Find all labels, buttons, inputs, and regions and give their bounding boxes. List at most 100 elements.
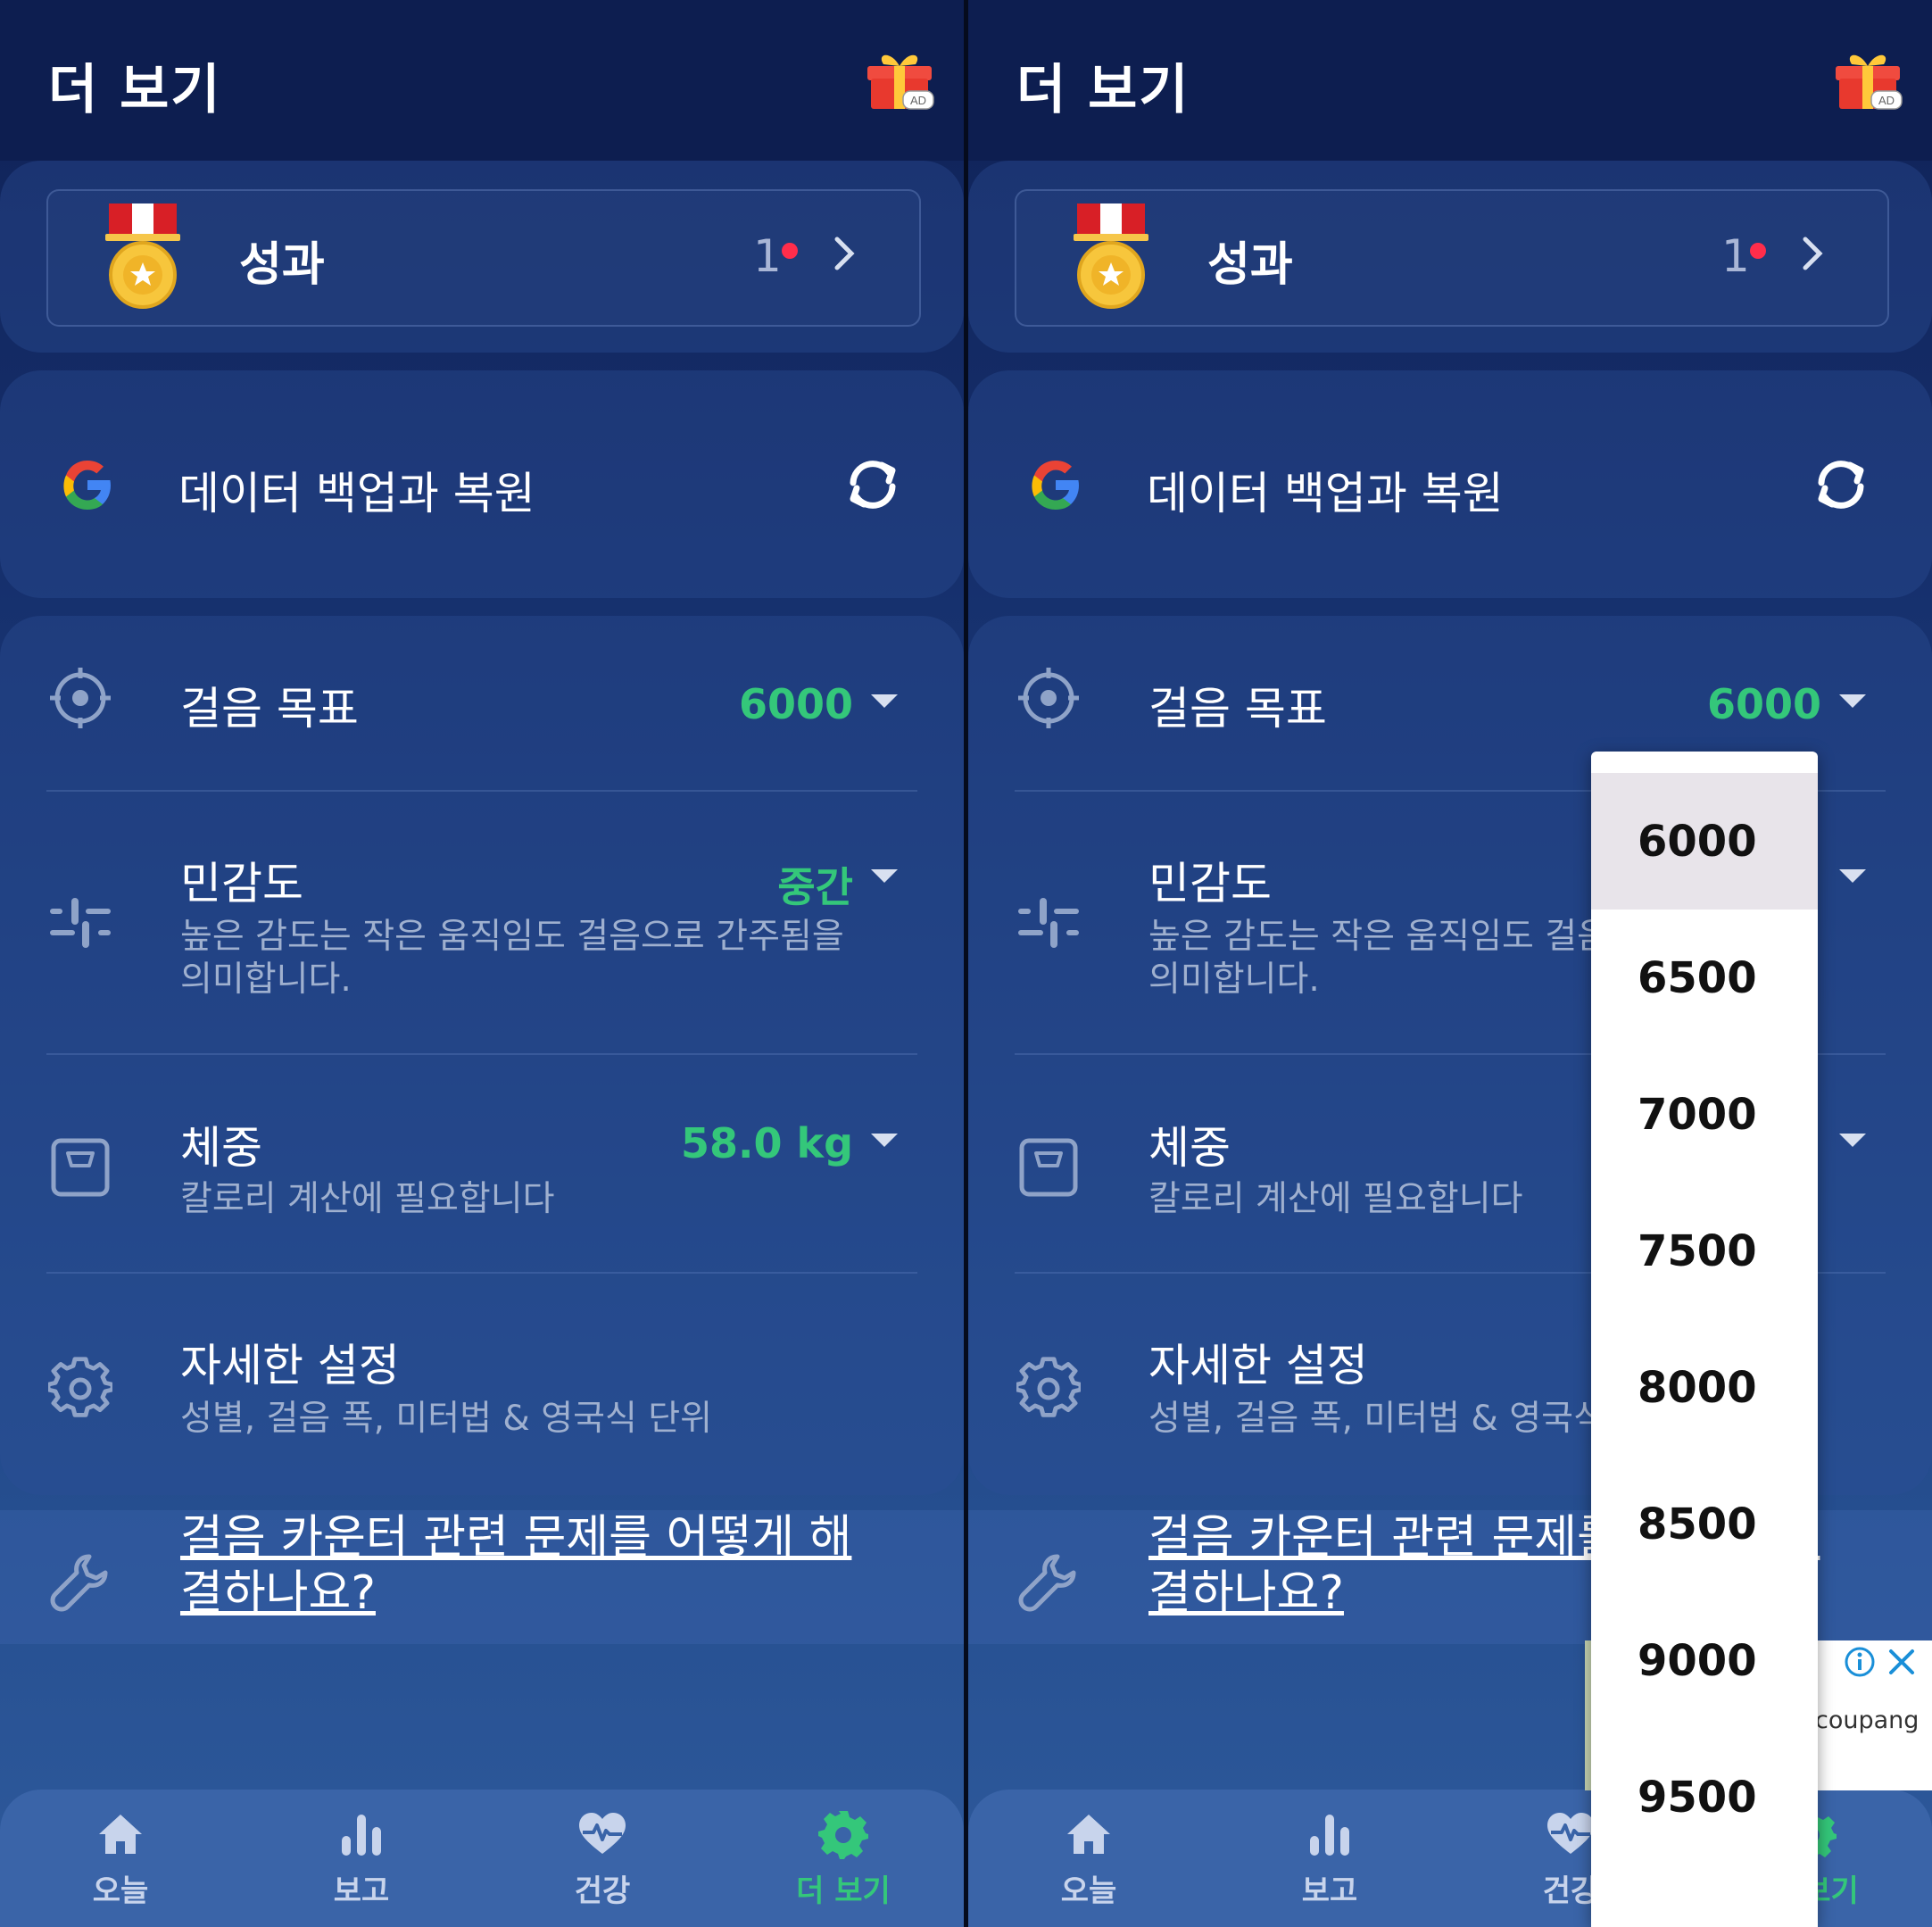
notification-dot bbox=[782, 243, 798, 259]
nav-item-report[interactable]: 보고 bbox=[290, 1809, 433, 1910]
sync-icon[interactable] bbox=[841, 453, 905, 517]
page-title: 더 보기 bbox=[48, 59, 222, 121]
wrench-icon bbox=[50, 1554, 108, 1612]
svg-text:AD: AD bbox=[910, 94, 926, 107]
weight-description: 칼로리 계산에 필요합니다 bbox=[180, 1179, 555, 1219]
nav-item-more[interactable]: 더 보기 bbox=[772, 1809, 915, 1910]
sensitivity-value: 중간 bbox=[777, 863, 853, 911]
nav-item-today[interactable]: 오늘 bbox=[49, 1809, 192, 1910]
google-icon bbox=[1032, 461, 1079, 510]
nav-label: 오늘 bbox=[1060, 1873, 1117, 1909]
weight-title: 체중 bbox=[180, 1122, 262, 1174]
achievements-label: 성과 bbox=[1207, 238, 1293, 292]
wrench-icon bbox=[1018, 1554, 1076, 1612]
backup-card[interactable]: 데이터 백업과 복원 bbox=[0, 370, 964, 598]
dropdown-option[interactable]: 6500 bbox=[1591, 910, 1818, 1046]
sensitivity-title: 민감도 bbox=[180, 858, 303, 910]
nav-item-today[interactable]: 오늘 bbox=[1017, 1809, 1160, 1910]
step-goal-title: 걸음 목표 bbox=[180, 683, 359, 735]
top-app-bar: 더 보기 AD bbox=[0, 0, 964, 161]
sensitivity-title: 민감도 bbox=[1148, 858, 1272, 910]
advanced-settings-title: 자세한 설정 bbox=[180, 1340, 400, 1391]
google-icon bbox=[63, 461, 111, 510]
sensitivity-description: 높은 감도는 작은 움직임도 걸음으로 간주됨을 의미합니다. bbox=[180, 917, 844, 1000]
target-icon bbox=[1018, 668, 1079, 728]
gear-icon bbox=[48, 1357, 112, 1417]
chevron-right-icon bbox=[1803, 237, 1823, 270]
step-goal-value: 6000 bbox=[1706, 680, 1821, 728]
scale-icon bbox=[1019, 1138, 1078, 1197]
chevron-down-icon bbox=[871, 869, 898, 883]
chevron-down-icon bbox=[1839, 869, 1866, 883]
info-icon[interactable] bbox=[1844, 1646, 1876, 1678]
heart-pulse-icon bbox=[1547, 1813, 1594, 1854]
screen-left: 더 보기 AD 성과 1 데이터 백업과 복원 걸음 목표 6000 민감도 중… bbox=[0, 0, 964, 1927]
bottom-nav: 오늘 보고 건강 더 보기 bbox=[0, 1790, 964, 1927]
achievements-card: 성과 1 bbox=[0, 161, 964, 353]
chevron-right-icon bbox=[834, 237, 855, 270]
achievements-row[interactable]: 성과 1 bbox=[46, 189, 921, 327]
step-goal-value: 6000 bbox=[738, 680, 853, 728]
chevron-down-icon bbox=[871, 694, 898, 708]
bar-chart-icon bbox=[1310, 1815, 1349, 1856]
nav-label: 보고 bbox=[1301, 1873, 1358, 1909]
close-icon[interactable] bbox=[1886, 1646, 1918, 1678]
nav-label: 더 보기 bbox=[796, 1873, 891, 1909]
divider bbox=[46, 790, 917, 792]
backup-label: 데이터 백업과 복원 bbox=[178, 468, 535, 519]
dropdown-option[interactable]: 7500 bbox=[1591, 1183, 1818, 1319]
nav-label: 건강 bbox=[574, 1873, 631, 1909]
medal-icon bbox=[105, 203, 180, 309]
divider bbox=[46, 1272, 917, 1274]
dropdown-option[interactable]: 6000 bbox=[1591, 773, 1818, 910]
target-icon bbox=[50, 668, 111, 728]
help-link[interactable]: 걸음 카운터 관련 문제를 어떻게 해결하나요? bbox=[180, 1510, 858, 1621]
dropdown-option[interactable]: 8500 bbox=[1591, 1456, 1818, 1592]
achievements-row[interactable]: 성과 1 bbox=[1015, 189, 1889, 327]
achievements-label: 성과 bbox=[239, 238, 325, 292]
sliders-icon bbox=[50, 898, 111, 948]
backup-label: 데이터 백업과 복원 bbox=[1147, 468, 1504, 519]
svg-text:AD: AD bbox=[1878, 94, 1895, 107]
home-icon bbox=[1067, 1815, 1110, 1854]
divider bbox=[46, 1053, 917, 1055]
nav-item-health[interactable]: 건강 bbox=[531, 1809, 674, 1910]
sync-icon[interactable] bbox=[1809, 453, 1873, 517]
weight-title: 체중 bbox=[1148, 1122, 1231, 1174]
step-goal-title: 걸음 목표 bbox=[1148, 683, 1327, 735]
gear-icon bbox=[1016, 1357, 1081, 1417]
dropdown-option[interactable]: 8000 bbox=[1591, 1319, 1818, 1456]
dropdown-option[interactable]: 9000 bbox=[1591, 1592, 1818, 1729]
page-title: 더 보기 bbox=[1016, 59, 1190, 121]
weight-value: 58.0 kg bbox=[680, 1119, 853, 1167]
advanced-settings-description: 성별, 걸음 폭, 미터법 & 영국식 단위 bbox=[180, 1399, 713, 1439]
dropdown-option[interactable]: 9500 bbox=[1591, 1729, 1818, 1865]
notification-dot bbox=[1750, 243, 1766, 259]
step-goal-dropdown: 6000 6500 7000 7500 8000 8500 9000 9500 bbox=[1591, 752, 1818, 1927]
chevron-down-icon bbox=[1839, 694, 1866, 708]
nav-item-report[interactable]: 보고 bbox=[1258, 1809, 1401, 1910]
sliders-icon bbox=[1018, 898, 1079, 948]
dropdown-option[interactable]: 7000 bbox=[1591, 1046, 1818, 1183]
gift-ad-icon[interactable]: AD bbox=[1832, 46, 1903, 111]
backup-card[interactable]: 데이터 백업과 복원 bbox=[968, 370, 1932, 598]
gear-icon bbox=[818, 1811, 868, 1859]
achievements-count: 1 bbox=[1721, 230, 1750, 282]
chevron-down-icon bbox=[871, 1134, 898, 1147]
achievements-card: 성과 1 bbox=[968, 161, 1932, 353]
ad-brand-label: coupang bbox=[1815, 1707, 1920, 1734]
heart-pulse-icon bbox=[579, 1813, 626, 1854]
achievements-count: 1 bbox=[753, 230, 782, 282]
ad-image-strip bbox=[1585, 1640, 1591, 1790]
nav-label: 오늘 bbox=[92, 1873, 149, 1909]
gift-ad-icon[interactable]: AD bbox=[864, 46, 935, 111]
help-row[interactable]: 걸음 카운터 관련 문제를 어떻게 해결하나요? bbox=[0, 1510, 964, 1644]
home-icon bbox=[99, 1815, 142, 1854]
medal-icon bbox=[1074, 203, 1148, 309]
chevron-down-icon bbox=[1839, 1134, 1866, 1147]
advanced-settings-title: 자세한 설정 bbox=[1148, 1340, 1368, 1391]
settings-card: 걸음 목표 6000 민감도 중간 높은 감도는 작은 움직임도 걸음으로 간주… bbox=[0, 616, 964, 1495]
nav-label: 보고 bbox=[333, 1873, 390, 1909]
scale-icon bbox=[51, 1138, 110, 1197]
bar-chart-icon bbox=[342, 1815, 381, 1856]
